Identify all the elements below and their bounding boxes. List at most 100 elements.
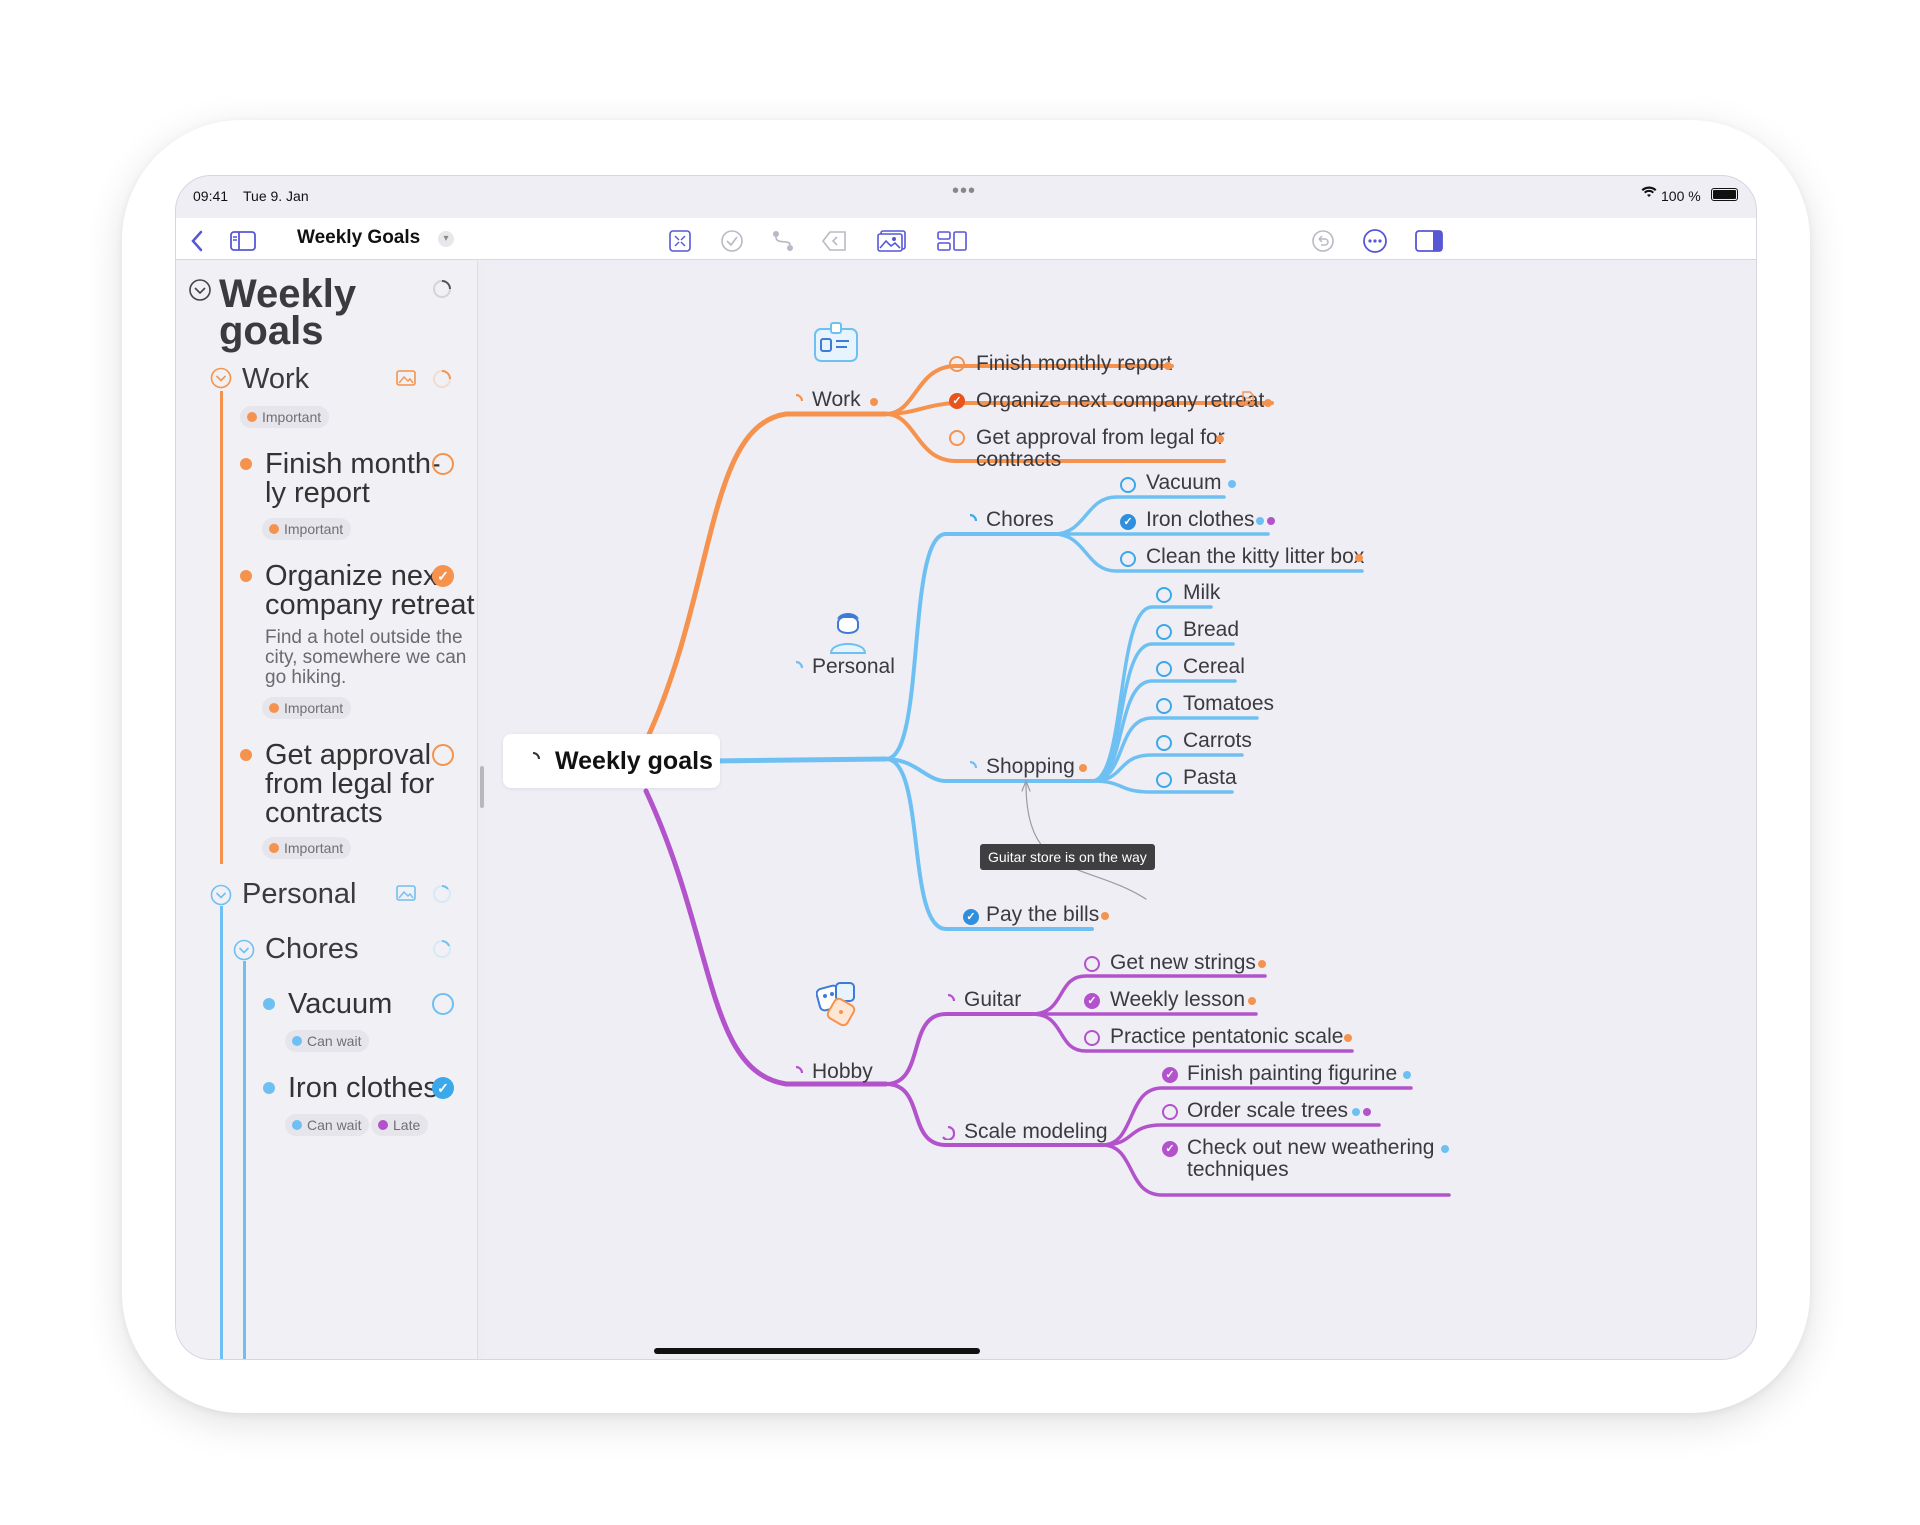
map-leaf-carrots[interactable]: Carrots: [1183, 729, 1252, 753]
map-node-scale-modeling[interactable]: Scale modeling: [964, 1120, 1108, 1144]
connection-label[interactable]: Guitar store is on the way: [980, 844, 1155, 870]
map-leaf-weekly-lesson[interactable]: Weekly lesson: [1110, 988, 1245, 1012]
map-leaf-weathering[interactable]: Check out new weathering: [1187, 1136, 1434, 1160]
task-checkbox[interactable]: [1156, 587, 1172, 603]
map-leaf-iron-clothes[interactable]: Iron clothes: [1146, 508, 1255, 532]
map-leaf-legal-approval[interactable]: Get approval from legal for: [976, 426, 1225, 450]
map-leaf-company-retreat[interactable]: Organize next company retreat: [976, 389, 1264, 413]
work-collapse-icon[interactable]: [210, 367, 232, 389]
work-progress-icon: [433, 370, 451, 388]
tag-dot: [1403, 1071, 1411, 1079]
tag-can-wait[interactable]: Can wait: [285, 1030, 370, 1052]
map-leaf-figurine[interactable]: Finish painting figurine: [1187, 1062, 1397, 1086]
outline-personal-label[interactable]: Personal: [242, 878, 356, 911]
map-node-guitar[interactable]: Guitar: [964, 988, 1021, 1012]
undo-icon[interactable]: [1310, 228, 1336, 254]
document-title[interactable]: Weekly Goals: [297, 227, 420, 249]
map-leaf-bread[interactable]: Bread: [1183, 618, 1239, 642]
task-checkbox[interactable]: [432, 993, 454, 1015]
chores-progress-icon: [433, 940, 451, 958]
task-check-icon[interactable]: [719, 228, 745, 254]
tag-important[interactable]: Important: [262, 697, 352, 719]
task-checkbox[interactable]: [949, 430, 965, 446]
task-checkbox[interactable]: [949, 356, 965, 372]
tag-dot: [870, 398, 878, 406]
map-node-shopping[interactable]: Shopping: [986, 755, 1075, 779]
connection-icon[interactable]: [770, 228, 796, 254]
map-node-hobby[interactable]: Hobby: [812, 1060, 873, 1084]
task-checked-icon[interactable]: ✓: [432, 1077, 454, 1099]
tag-late[interactable]: Late: [371, 1114, 429, 1136]
map-leaf-legal-approval-line2[interactable]: contracts: [976, 448, 1061, 472]
inspector-toggle-icon[interactable]: [1414, 228, 1444, 254]
outline-item-finish-report-line2[interactable]: ly report: [265, 476, 370, 511]
task-checked-icon[interactable]: ✓: [1162, 1141, 1178, 1157]
split-grip[interactable]: [480, 766, 484, 808]
map-leaf-scale-trees[interactable]: Order scale trees: [1187, 1099, 1348, 1123]
outline-item-vacuum[interactable]: Vacuum: [288, 987, 392, 1022]
app-screen: 09:41 Tue 9. Jan ••• 100 % Weekly Goals …: [175, 175, 1757, 1360]
task-checked-icon[interactable]: ✓: [1162, 1067, 1178, 1083]
task-checked-icon[interactable]: ✓: [963, 909, 979, 925]
task-checkbox[interactable]: [1120, 551, 1136, 567]
multitasking-dots-icon[interactable]: •••: [952, 180, 976, 203]
task-checkbox[interactable]: [1084, 1030, 1100, 1046]
page: 09:41 Tue 9. Jan ••• 100 % Weekly Goals …: [0, 0, 1920, 1525]
map-leaf-tomatoes[interactable]: Tomatoes: [1183, 692, 1274, 716]
root-node[interactable]: Weekly goals: [503, 734, 720, 788]
personal-collapse-icon[interactable]: [210, 884, 232, 906]
map-leaf-pasta[interactable]: Pasta: [1183, 766, 1237, 790]
tag-important[interactable]: Important: [262, 837, 352, 859]
home-indicator[interactable]: [654, 1348, 980, 1354]
tag-icon[interactable]: [822, 228, 848, 254]
map-node-chores[interactable]: Chores: [986, 508, 1054, 532]
title-menu-chevron-icon[interactable]: ▾: [438, 231, 454, 247]
wifi-icon: [1641, 186, 1657, 197]
map-leaf-weathering-line2[interactable]: techniques: [1187, 1158, 1289, 1182]
task-checkbox[interactable]: [1156, 735, 1172, 751]
bullet-icon: [240, 570, 252, 582]
collapse-icon[interactable]: [188, 278, 212, 302]
outline-chores-label[interactable]: Chores: [265, 933, 359, 966]
mindmap-canvas[interactable]: Weekly goals Work Finish monthly report …: [486, 261, 1756, 1359]
task-checkbox[interactable]: [1156, 772, 1172, 788]
task-checkbox[interactable]: [1120, 477, 1136, 493]
outline-sidebar: Weekly goals Work Important Finish month…: [176, 261, 478, 1359]
split-divider[interactable]: [478, 261, 486, 1359]
map-leaf-vacuum[interactable]: Vacuum: [1146, 471, 1221, 495]
outline-item-retreat-line2[interactable]: company retreat: [265, 588, 475, 623]
task-checkbox[interactable]: [1156, 698, 1172, 714]
map-node-pay-bills[interactable]: Pay the bills: [986, 903, 1099, 927]
image-icon[interactable]: [876, 228, 908, 254]
layout-icon[interactable]: [936, 228, 968, 254]
outline-item-iron-clothes[interactable]: Iron clothes: [288, 1071, 438, 1106]
map-leaf-new-strings[interactable]: Get new strings: [1110, 951, 1256, 975]
tag-important[interactable]: Important: [262, 518, 352, 540]
outline-item-approval-line3[interactable]: contracts: [265, 796, 383, 831]
task-checkbox[interactable]: [432, 744, 454, 766]
map-leaf-cereal[interactable]: Cereal: [1183, 655, 1245, 679]
task-checkbox[interactable]: [1162, 1104, 1178, 1120]
focus-icon[interactable]: [667, 228, 693, 254]
map-leaf-milk[interactable]: Milk: [1183, 581, 1220, 605]
map-node-work[interactable]: Work: [812, 388, 861, 412]
map-leaf-pentatonic[interactable]: Practice pentatonic scale: [1110, 1025, 1343, 1049]
task-checked-icon[interactable]: ✓: [949, 393, 965, 409]
task-checkbox[interactable]: [1156, 624, 1172, 640]
task-checkbox[interactable]: [432, 453, 454, 475]
sidebar-toggle-icon[interactable]: [230, 228, 256, 254]
map-node-personal[interactable]: Personal: [812, 655, 895, 679]
task-checkbox[interactable]: [1156, 661, 1172, 677]
more-options-icon[interactable]: [1362, 228, 1388, 254]
back-chevron-icon[interactable]: [184, 228, 210, 254]
map-leaf-kitty-litter[interactable]: Clean the kitty litter box: [1146, 545, 1364, 569]
map-leaf-finish-report[interactable]: Finish monthly report: [976, 352, 1172, 376]
task-checked-icon[interactable]: ✓: [1084, 993, 1100, 1009]
tag-can-wait[interactable]: Can wait: [285, 1114, 370, 1136]
chores-collapse-icon[interactable]: [233, 939, 255, 961]
outline-work-label[interactable]: Work: [242, 363, 309, 396]
tag-important[interactable]: Important: [240, 406, 330, 428]
task-checked-icon[interactable]: ✓: [1120, 514, 1136, 530]
task-checked-icon[interactable]: ✓: [432, 565, 454, 587]
task-checkbox[interactable]: [1084, 956, 1100, 972]
